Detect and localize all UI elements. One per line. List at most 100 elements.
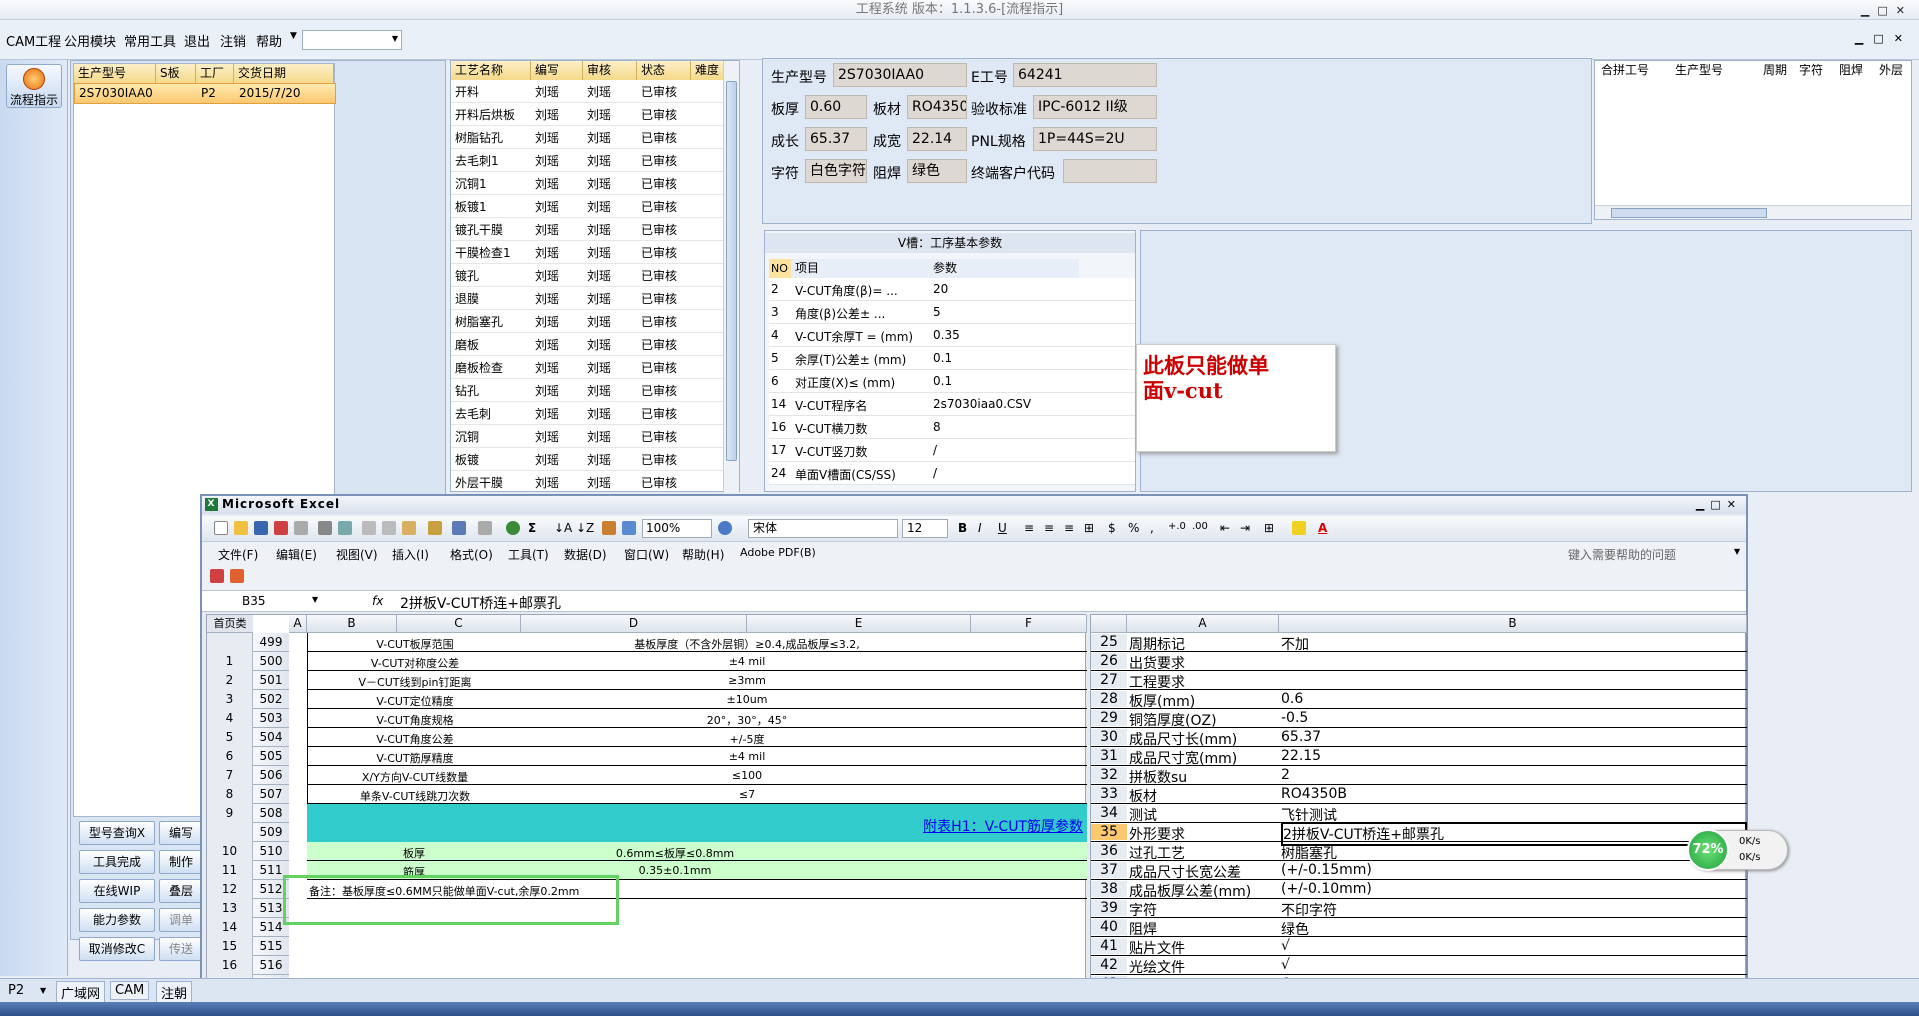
sheet-row[interactable]: 30 成品尺寸长(mm) 65.37 <box>1091 728 1747 748</box>
print-icon[interactable] <box>294 521 308 535</box>
row-header[interactable]: 504 <box>253 728 289 747</box>
col-right-b[interactable]: B <box>1279 615 1747 633</box>
process-row[interactable]: 磨板 刘瑶 刘瑶 已审核 <box>451 333 725 356</box>
row-header[interactable]: 516 <box>253 956 289 975</box>
stackup-button[interactable]: 叠层 <box>159 879 203 903</box>
field-model[interactable]: 2S7030IAA0 <box>833 63 967 87</box>
cut-icon[interactable] <box>362 521 376 535</box>
sheet-row[interactable]: 单条V-CUT线跳刀次数 ≤7 <box>307 785 1087 804</box>
tab-register[interactable]: 注朝 <box>156 981 193 1004</box>
col-header-writer[interactable]: 编写 <box>531 61 583 80</box>
borders-icon[interactable]: ⊞ <box>1264 521 1274 535</box>
field-e[interactable]: 64241 <box>1013 63 1157 87</box>
merge-icon[interactable]: ⊞ <box>1084 521 1094 535</box>
row-header[interactable]: 35 <box>1091 824 1127 840</box>
cell-b[interactable]: 2 <box>1281 767 1290 783</box>
sort-asc-icon[interactable]: ↓A <box>554 521 572 535</box>
row-header[interactable]: 507 <box>253 785 289 804</box>
name-box[interactable]: B35 <box>242 594 266 608</box>
process-row[interactable]: 开料 刘瑶 刘瑶 已审核 <box>451 80 725 103</box>
cancel-modify-button[interactable]: 取消修改C <box>79 937 155 961</box>
col-header-char[interactable]: 字符 <box>1795 61 1823 80</box>
sheet-row[interactable]: 39 字符 不印字符 <box>1091 899 1747 919</box>
col-header-outer[interactable]: 外层 <box>1875 61 1903 80</box>
col-c[interactable]: C <box>397 615 521 633</box>
convert-pdf-icon[interactable] <box>210 569 224 583</box>
cell-b[interactable]: 0.6 <box>1281 691 1303 707</box>
row-header[interactable]: 499 <box>253 633 289 652</box>
indent-icon[interactable]: ⇥ <box>1240 521 1250 535</box>
col-header-model[interactable]: 生产型号 <box>74 64 156 83</box>
row-header[interactable]: 503 <box>253 709 289 728</box>
col-header-period[interactable]: 周期 <box>1759 61 1787 80</box>
sheet-row[interactable]: 29 铜箔厚度(OZ) -0.5 <box>1091 709 1747 729</box>
tab-cam[interactable]: CAM <box>110 981 150 1000</box>
tab-wan[interactable]: 广域网 <box>56 981 106 1004</box>
cell-b[interactable]: 树脂塞孔 <box>1281 843 1337 863</box>
cell-b[interactable]: 22.15 <box>1281 748 1321 764</box>
cell-b[interactable]: RO4350B <box>1281 786 1347 802</box>
sheet-row[interactable]: 41 贴片文件 √ <box>1091 937 1747 957</box>
hscroll-thumb[interactable] <box>1611 208 1767 218</box>
model-query-button[interactable]: 型号查询X <box>79 821 155 845</box>
menu-help[interactable]: 帮助 <box>256 31 282 50</box>
sheet-row[interactable]: 33 板材 RO4350B <box>1091 785 1747 805</box>
col-f[interactable]: F <box>971 615 1087 633</box>
xl-menu-file[interactable]: 文件(F) <box>218 546 258 563</box>
factory-select[interactable]: P2 <box>8 983 24 998</box>
row-header[interactable]: 509 <box>253 823 289 842</box>
adjust-button[interactable]: 调单 <box>159 908 203 932</box>
fx-icon[interactable]: fx <box>372 594 383 608</box>
sheet-row[interactable]: 36 过孔工艺 树脂塞孔 <box>1091 842 1747 863</box>
hyperlink-icon[interactable] <box>506 521 520 535</box>
xl-menu-tools[interactable]: 工具(T) <box>508 546 549 563</box>
sort-desc-icon[interactable]: ↓Z <box>576 521 594 535</box>
table-row[interactable]: 2S7030IAA0 P2 2015/7/20 <box>74 83 336 104</box>
cell-b[interactable]: (+/-0.10mm) <box>1281 881 1372 897</box>
sheet-row[interactable]: 40 阻焊 绿色 <box>1091 918 1747 938</box>
row-header[interactable]: 36 <box>1091 843 1127 859</box>
process-row[interactable]: 钻孔 刘瑶 刘瑶 已审核 <box>451 379 725 402</box>
cell-b[interactable]: 65.37 <box>1281 729 1321 745</box>
name-box-chevron-icon[interactable]: ▼ <box>312 595 318 604</box>
menu-combo[interactable]: ▼ <box>302 30 402 50</box>
row-header[interactable]: 29 <box>1091 710 1127 726</box>
format-painter-icon[interactable] <box>428 521 442 535</box>
vcut-row[interactable]: 16 V-CUT横刀数 8 <box>769 416 1135 439</box>
align-center-icon[interactable]: ≡ <box>1044 521 1054 535</box>
process-row[interactable]: 沉铜 刘瑶 刘瑶 已审核 <box>451 425 725 448</box>
process-row[interactable]: 板镀1 刘瑶 刘瑶 已审核 <box>451 195 725 218</box>
sheet-row[interactable]: 28 板厚(mm) 0.6 <box>1091 690 1747 710</box>
online-wip-button[interactable]: 在线WIP <box>79 879 155 903</box>
menu-cam[interactable]: CAM工程 <box>6 31 61 50</box>
excel-window-controls[interactable]: ▁□✕ <box>1696 496 1742 513</box>
combo-hscrollbar[interactable] <box>1595 205 1911 219</box>
percent-icon[interactable]: % <box>1128 521 1139 535</box>
process-row[interactable]: 磨板检查 刘瑶 刘瑶 已审核 <box>451 356 725 379</box>
help-chevron-icon[interactable]: ▼ <box>1734 547 1740 556</box>
vcut-row[interactable]: 5 余厚(T)公差± (mm) 0.1 <box>769 347 1135 370</box>
col-b[interactable]: B <box>307 615 397 633</box>
open-icon[interactable] <box>234 521 248 535</box>
process-row[interactable]: 树脂塞孔 刘瑶 刘瑶 已审核 <box>451 310 725 333</box>
font-size-select[interactable]: 12 <box>902 519 948 538</box>
row-header[interactable]: 42 <box>1091 957 1127 973</box>
process-row[interactable]: 去毛刺1 刘瑶 刘瑶 已审核 <box>451 149 725 172</box>
process-row[interactable]: 外层干膜 刘瑶 刘瑶 已审核 <box>451 471 725 494</box>
xl-menu-adobe[interactable]: Adobe PDF(B) <box>740 546 816 559</box>
cell-b[interactable]: √ <box>1281 938 1290 954</box>
col-header-difficulty[interactable]: 难度 <box>691 61 725 80</box>
sheet-row[interactable]: 42 光绘文件 √ <box>1091 956 1747 976</box>
row-header[interactable]: 32 <box>1091 767 1127 783</box>
increase-decimal-icon[interactable]: +.0 <box>1168 521 1186 532</box>
sheet-row[interactable]: V-CUT角度公差 +/-5度 <box>307 728 1087 747</box>
row-header[interactable]: 508 <box>253 804 289 823</box>
copy-icon[interactable] <box>382 521 396 535</box>
process-row[interactable]: 板镀 刘瑶 刘瑶 已审核 <box>451 448 725 471</box>
col-header-status[interactable]: 状态 <box>637 61 691 80</box>
row-header[interactable]: 31 <box>1091 748 1127 764</box>
process-row[interactable]: 镀孔 刘瑶 刘瑶 已审核 <box>451 264 725 287</box>
chart-icon[interactable] <box>602 521 616 535</box>
row-header[interactable]: 41 <box>1091 938 1127 954</box>
col-d[interactable]: D <box>521 615 747 633</box>
